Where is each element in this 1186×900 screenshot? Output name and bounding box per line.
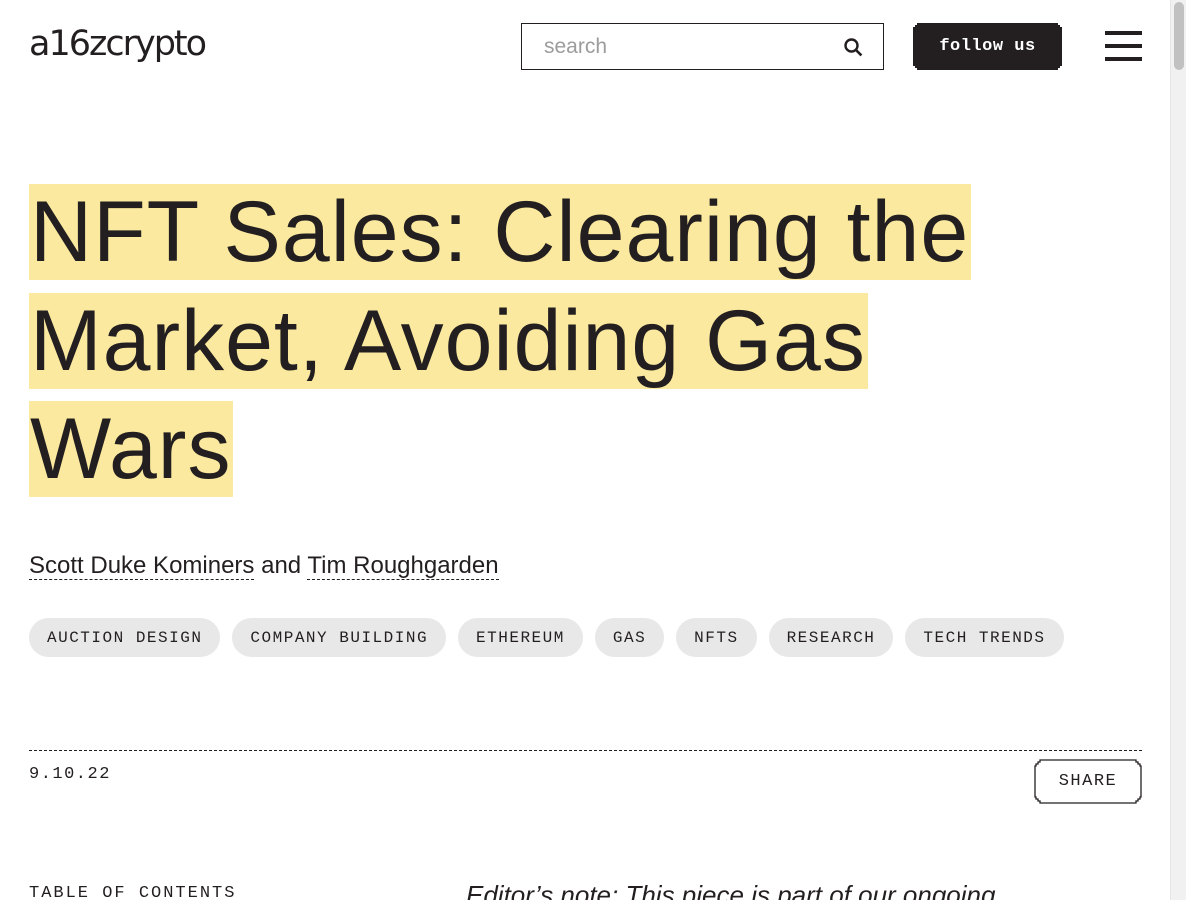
site-logo[interactable]: a16zcrypto — [29, 22, 207, 66]
vertical-scrollbar[interactable] — [1170, 0, 1186, 900]
search-icon[interactable] — [843, 37, 863, 57]
table-of-contents-heading: TABLE OF CONTENTS — [29, 884, 237, 900]
author-byline: Scott Duke Kominers and Tim Roughgarden — [29, 550, 499, 582]
follow-us-button[interactable]: follow us — [913, 23, 1062, 70]
tag-nfts[interactable]: NFTS — [676, 618, 757, 657]
tag-tech-trends[interactable]: TECH TRENDS — [905, 618, 1064, 657]
author-conjunction: and — [261, 552, 302, 579]
tag-gas[interactable]: GAS — [594, 618, 665, 657]
author-link-roughgarden[interactable]: Tim Roughgarden — [307, 552, 499, 580]
tag-auction-design[interactable]: AUCTION DESIGN — [29, 618, 221, 657]
article-title-text: NFT Sales: Clearing the Market, Avoiding… — [29, 184, 972, 497]
tag-company-building[interactable]: COMPANY BUILDING — [232, 618, 447, 657]
editor-note: Editor’s note: This piece is part of our… — [466, 880, 996, 900]
tag-ethereum[interactable]: ETHEREUM — [458, 618, 583, 657]
tag-research[interactable]: RESEARCH — [768, 618, 894, 657]
hamburger-menu-icon[interactable] — [1105, 31, 1142, 61]
search-input[interactable] — [522, 24, 822, 69]
scrollbar-thumb[interactable] — [1174, 2, 1184, 70]
meta-divider — [29, 750, 1142, 751]
site-header: a16zcrypto follow us — [0, 0, 1170, 92]
author-link-kominers[interactable]: Scott Duke Kominers — [29, 552, 255, 580]
share-button[interactable]: SHARE — [1034, 759, 1142, 804]
share-button-label: SHARE — [1058, 772, 1118, 791]
tag-list: AUCTION DESIGN COMPANY BUILDING ETHEREUM… — [29, 618, 1064, 657]
publish-date: 9.10.22 — [29, 765, 111, 784]
article-title: NFT Sales: Clearing the Market, Avoiding… — [29, 178, 1029, 504]
search-box[interactable] — [521, 23, 884, 70]
